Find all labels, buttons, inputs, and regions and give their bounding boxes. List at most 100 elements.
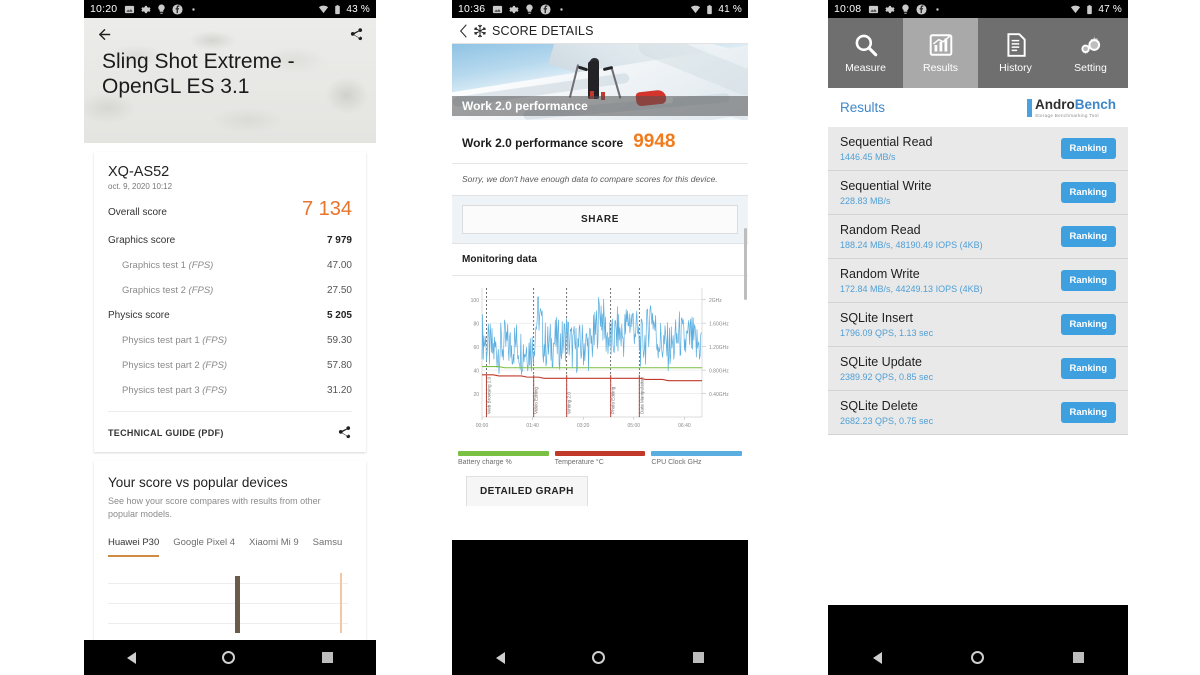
score-label: Graphics score bbox=[108, 235, 176, 246]
table-row[interactable]: SQLite Delete 2682.23 QPS, 0.75 sec Rank… bbox=[828, 390, 1128, 435]
phone-pcmark: 10:36 41 % SCORE DETAILS Work 2.0 perfor… bbox=[452, 0, 748, 675]
ranking-button[interactable]: Ranking bbox=[1060, 137, 1116, 159]
score-value: 5 205 bbox=[326, 310, 352, 321]
score-label: Work 2.0 performance score bbox=[462, 136, 624, 150]
score-value: 31.20 bbox=[326, 385, 352, 396]
technical-guide-label: TECHNICAL GUIDE (PDF) bbox=[108, 427, 224, 438]
result-detail: 172.84 MB/s, 44249.13 IOPS (4KB) bbox=[840, 283, 983, 294]
comparison-note: Sorry, we don't have enough data to comp… bbox=[462, 174, 718, 184]
back-arrow-icon[interactable] bbox=[96, 26, 113, 43]
score-label: Physics score bbox=[108, 310, 170, 321]
ranking-button[interactable]: Ranking bbox=[1060, 313, 1116, 335]
scrollbar[interactable] bbox=[744, 228, 747, 300]
score-label: Physics test part 2 (FPS) bbox=[122, 360, 228, 371]
bar-chart-icon bbox=[929, 34, 952, 56]
monitoring-data-header: Monitoring data bbox=[452, 244, 748, 276]
status-bar: 10:08 47 % bbox=[828, 0, 1128, 18]
svg-text:2GHz: 2GHz bbox=[709, 298, 722, 304]
tab-label: History bbox=[999, 62, 1032, 74]
score-card: XQ-AS52 oct. 9, 2020 10:12 Overall score… bbox=[94, 152, 366, 452]
logo-name: AndroBench bbox=[1034, 97, 1116, 112]
svg-text:Data Manipulation: Data Manipulation bbox=[639, 377, 644, 414]
legend-label: CPU Clock GHz bbox=[651, 459, 702, 466]
results-header: Results AndroBench Storage Benchmarking … bbox=[828, 88, 1128, 127]
table-row[interactable]: Random Write 172.84 MB/s, 44249.13 IOPS … bbox=[828, 258, 1128, 303]
score-row-physics-part-3: Physics test part 3 (FPS) 31.20 bbox=[108, 378, 352, 403]
status-right-group: 41 % bbox=[690, 4, 742, 15]
tab-samsung[interactable]: Samsu bbox=[313, 537, 343, 557]
status-right-group: 47 % bbox=[1070, 4, 1122, 15]
nav-recents-icon[interactable] bbox=[321, 652, 333, 663]
phone-3dmark: 10:20 43 % Sling Shot Extreme - OpenGL E… bbox=[84, 0, 376, 675]
svg-text:Web Browsing 2.0: Web Browsing 2.0 bbox=[486, 376, 491, 414]
dot-icon bbox=[936, 7, 939, 11]
ranking-button[interactable]: Ranking bbox=[1060, 357, 1116, 379]
wifi-icon bbox=[1071, 5, 1081, 13]
nav-recents-icon[interactable] bbox=[693, 652, 705, 663]
tab-measure[interactable]: Measure bbox=[828, 18, 903, 88]
table-row[interactable]: Sequential Read 1446.45 MB/s Ranking bbox=[828, 126, 1128, 171]
table-row[interactable]: Random Read 188.24 MB/s, 48190.49 IOPS (… bbox=[828, 214, 1128, 259]
svg-text:1.60GHz: 1.60GHz bbox=[709, 322, 729, 328]
ranking-button[interactable]: Ranking bbox=[1060, 225, 1116, 247]
tab-xiaomi-mi-9[interactable]: Xiaomi Mi 9 bbox=[249, 537, 299, 557]
result-detail: 188.24 MB/s, 48190.49 IOPS (4KB) bbox=[840, 239, 983, 250]
detailed-graph-button[interactable]: DETAILED GRAPH bbox=[466, 476, 588, 506]
svg-text:20: 20 bbox=[473, 392, 479, 398]
score-row-graphics: Graphics score 7 979 bbox=[108, 228, 352, 253]
share-icon[interactable] bbox=[349, 27, 364, 42]
nav-back-icon[interactable] bbox=[872, 651, 882, 664]
svg-text:00:00: 00:00 bbox=[476, 423, 489, 429]
ranking-button[interactable]: Ranking bbox=[1060, 401, 1116, 423]
result-name: Sequential Write bbox=[840, 178, 932, 193]
table-row[interactable]: SQLite Update 2389.92 QPS, 0.85 sec Rank… bbox=[828, 346, 1128, 391]
nav-home-icon[interactable] bbox=[970, 651, 984, 664]
tab-history[interactable]: History bbox=[978, 18, 1053, 88]
tab-results[interactable]: Results bbox=[903, 18, 978, 88]
screenshot-stage: 10:20 43 % Sling Shot Extreme - OpenGL E… bbox=[0, 0, 1200, 675]
share-icon[interactable] bbox=[337, 425, 352, 440]
androbench-logo: AndroBench Storage Benchmarking Tool bbox=[1026, 97, 1116, 119]
results-list: Sequential Read 1446.45 MB/s Ranking Seq… bbox=[828, 126, 1128, 435]
dot-icon bbox=[192, 7, 195, 11]
status-icon-group bbox=[124, 3, 199, 15]
svg-text:60: 60 bbox=[473, 345, 479, 351]
device-name: XQ-AS52 bbox=[108, 164, 170, 180]
chevron-left-icon[interactable] bbox=[459, 23, 468, 38]
ranking-button[interactable]: Ranking bbox=[1060, 269, 1116, 291]
legend-label: Temperature °C bbox=[554, 459, 604, 466]
wifi-icon bbox=[691, 5, 701, 13]
status-time: 10:36 bbox=[458, 3, 486, 15]
nav-home-icon[interactable] bbox=[592, 651, 606, 664]
nav-back-icon[interactable] bbox=[495, 651, 505, 664]
tab-google-pixel-4[interactable]: Google Pixel 4 bbox=[173, 537, 235, 557]
svg-text:0.40GHz: 0.40GHz bbox=[709, 392, 729, 398]
score-row-physics: Physics score 5 205 bbox=[108, 303, 352, 328]
table-row[interactable]: SQLite Insert 1796.09 QPS, 1.13 sec Rank… bbox=[828, 302, 1128, 347]
nav-home-icon[interactable] bbox=[222, 651, 236, 664]
result-name: Random Read bbox=[840, 222, 921, 237]
share-button[interactable]: SHARE bbox=[462, 205, 738, 234]
result-name: SQLite Delete bbox=[840, 398, 918, 413]
legend-item-cpu-clock: CPU Clock GHz bbox=[651, 451, 743, 466]
section-title: Results bbox=[840, 100, 886, 116]
page-title: SCORE DETAILS bbox=[492, 23, 594, 38]
device-date: oct. 9, 2020 10:12 bbox=[108, 182, 173, 191]
table-row[interactable]: Sequential Write 228.83 MB/s Ranking bbox=[828, 170, 1128, 215]
legend-item-temperature: Temperature °C bbox=[554, 451, 646, 466]
compare-card: Your score vs popular devices See how yo… bbox=[94, 461, 366, 661]
ranking-button[interactable]: Ranking bbox=[1060, 181, 1116, 203]
result-detail: 228.83 MB/s bbox=[840, 195, 891, 206]
tab-huawei-p30[interactable]: Huawei P30 bbox=[108, 537, 160, 557]
battery-icon bbox=[1087, 4, 1093, 14]
nav-recents-icon[interactable] bbox=[1072, 652, 1084, 663]
hero-banner: Sling Shot Extreme - OpenGL ES 3.1 bbox=[84, 18, 376, 143]
score-value: 7 979 bbox=[326, 235, 352, 246]
tab-setting[interactable]: Setting bbox=[1053, 18, 1128, 88]
gear-icon bbox=[885, 5, 895, 13]
status-icon-group bbox=[492, 3, 567, 15]
nav-back-icon[interactable] bbox=[127, 651, 137, 664]
technical-guide-row[interactable]: TECHNICAL GUIDE (PDF) bbox=[108, 411, 352, 442]
tab-label: Setting bbox=[1074, 62, 1107, 74]
app-bar: SCORE DETAILS bbox=[452, 18, 748, 44]
